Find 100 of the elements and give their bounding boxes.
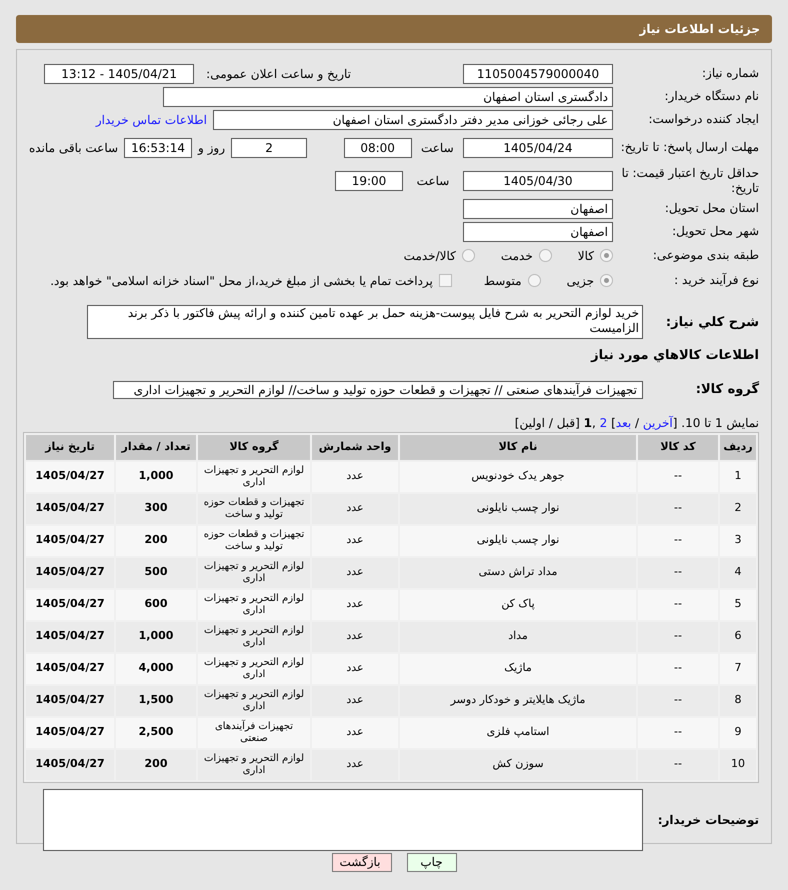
table-cell: تجهیزات فرآیندهای صنعتی <box>198 718 310 748</box>
radio-button[interactable] <box>600 274 613 287</box>
column-header: گروه کالا <box>198 434 310 460</box>
field-label: حداقل تاریخ اعتبار قیمت: تا تاریخ: <box>620 166 759 196</box>
field-label: گروه کالا: <box>694 380 759 399</box>
input-field[interactable]: 1105004579000040 <box>463 64 613 84</box>
table-cell: عدد <box>312 494 398 524</box>
field-label: استان محل تحویل: <box>664 201 759 216</box>
table-cell: -- <box>638 462 718 492</box>
radio-label: جزیی <box>566 272 594 290</box>
table-cell: عدد <box>312 654 398 684</box>
table-cell: جوهر یدک خودنویس <box>400 462 636 492</box>
table-cell: تجهیزات و قطعات حوزه تولید و ساخت <box>198 494 310 524</box>
table-cell: لوازم التحریر و تجهیزات اداری <box>198 622 310 652</box>
field-label: شرح کلي نياز: <box>664 314 759 332</box>
notes-field[interactable] <box>43 788 643 850</box>
table-cell: 1405/04/27 <box>26 686 114 716</box>
column-header: واحد شمارش <box>312 434 398 460</box>
radio-label: متوسط <box>484 272 522 290</box>
pagination-link[interactable]: بعد <box>616 416 632 430</box>
table-cell: 9 <box>720 718 756 748</box>
table-cell: ماژیک <box>400 654 636 684</box>
table-cell: نوار چسب نایلونی <box>400 526 636 556</box>
table-cell: 1405/04/27 <box>26 718 114 748</box>
table-cell: -- <box>638 654 718 684</box>
field-label: تاریخ و ساعت اعلان عمومی: <box>206 66 351 82</box>
table-cell: 1,500 <box>116 686 196 716</box>
radio-button[interactable] <box>528 274 541 287</box>
table-cell: 8 <box>720 686 756 716</box>
table-cell: 6 <box>720 622 756 652</box>
table-cell: 600 <box>116 590 196 620</box>
radio-button[interactable] <box>538 249 552 262</box>
table-cell: عدد <box>312 462 398 492</box>
description-field[interactable]: خرید لوازم التحریر به شرح فایل پیوست-هزینه حمل بر عهده تامین کننده و ارائه پیش فاکتور با ذکر برند الزامیست <box>87 305 643 339</box>
table-cell: -- <box>638 526 718 556</box>
page-title: جزئیات اطلاعات نیاز <box>639 21 760 38</box>
column-header: کد کالا <box>638 434 718 460</box>
goods-group-field: تجهیزات فرآیندهای صنعتی // تجهیزات و قطعات حوزه تولید و ساخت// لوازم التحریر و تجهیزات اداری <box>113 380 643 399</box>
print-button[interactable]: چاپ <box>406 853 456 872</box>
radio-button[interactable] <box>462 249 475 262</box>
table-cell: عدد <box>312 686 398 716</box>
table-cell: 4,000 <box>116 654 196 684</box>
table-cell: عدد <box>312 590 398 620</box>
input-field[interactable]: 1405/04/30 <box>463 170 613 190</box>
radio-button[interactable] <box>600 249 613 262</box>
table-cell: عدد <box>312 558 398 588</box>
back-button[interactable]: بازگشت <box>332 853 392 872</box>
table-cell: نوار چسب نایلونی <box>400 494 636 524</box>
radio-label: خدمت <box>500 248 533 264</box>
table-cell: 5 <box>720 590 756 620</box>
table-cell: لوازم التحریر و تجهیزات اداری <box>198 654 310 684</box>
table-cell: 500 <box>116 558 196 588</box>
radio-label: کالا <box>578 248 594 264</box>
table-cell: 1405/04/27 <box>26 590 114 620</box>
buyer-contact-link[interactable]: اطلاعات تماس خریدار <box>96 110 207 128</box>
field-label: توضیحات خریدار: <box>656 812 759 828</box>
table-cell: عدد <box>312 718 398 748</box>
table-cell: 1405/04/27 <box>26 494 114 524</box>
table-cell: 300 <box>116 494 196 524</box>
input-field[interactable]: 08:00 <box>344 138 412 158</box>
field-label: روز و <box>198 140 226 156</box>
table-cell: لوازم التحریر و تجهیزات اداری <box>198 750 310 780</box>
table-cell: عدد <box>312 622 398 652</box>
table-cell: 2 <box>720 494 756 524</box>
column-header: تاریخ نیاز <box>26 434 114 460</box>
pagination-link[interactable]: 2 <box>600 416 608 430</box>
table-cell: لوازم التحریر و تجهیزات اداری <box>198 558 310 588</box>
input-field[interactable]: 1405/04/24 <box>463 138 613 158</box>
table-cell: لوازم التحریر و تجهیزات اداری <box>198 462 310 492</box>
section-heading: اطلاعات کالاهاي مورد نياز <box>591 348 759 363</box>
countdown-field[interactable]: 16:53:14 <box>124 138 192 158</box>
field-label: نوع فرآیند خرید : <box>673 273 759 288</box>
field-label: ساعت <box>416 172 450 190</box>
input-field[interactable]: 19:00 <box>335 170 403 190</box>
checkbox[interactable] <box>438 274 452 287</box>
table-cell: 1405/04/27 <box>26 654 114 684</box>
pagination-link[interactable]: آخرین <box>642 416 673 430</box>
table-cell: مداد <box>400 622 636 652</box>
table-cell: 1405/04/27 <box>26 558 114 588</box>
table-cell: عدد <box>312 526 398 556</box>
radio-label: کالا/خدمت <box>404 248 456 264</box>
input-field[interactable]: 1405/04/21 - 13:12 <box>44 64 194 84</box>
input-field[interactable]: 2 <box>231 138 308 158</box>
input-field[interactable]: علی رجائی خوزانی مدیر دفتر دادگستری استان اصفهان <box>213 110 613 130</box>
input-field[interactable]: اصفهان <box>463 222 613 242</box>
table-cell: تجهیزات و قطعات حوزه تولید و ساخت <box>198 526 310 556</box>
table-cell: 3 <box>720 526 756 556</box>
table-cell: 200 <box>116 526 196 556</box>
table-cell: 2,500 <box>116 718 196 748</box>
table-cell: عدد <box>312 750 398 780</box>
table-cell: ماژیک هایلایتر و خودکار دوسر <box>400 686 636 716</box>
input-field[interactable]: اصفهان <box>463 198 613 218</box>
field-label: شماره نیاز: <box>701 66 759 81</box>
table-cell: -- <box>638 622 718 652</box>
field-label: مهلت ارسال پاسخ: تا تاریخ: <box>620 140 759 155</box>
checkbox-label: پرداخت تمام یا بخشی از مبلغ خرید،از محل "اسناد خزانه اسلامی" خواهد بود. <box>50 272 433 290</box>
table-cell: 1405/04/27 <box>26 622 114 652</box>
input-field[interactable]: دادگستری استان اصفهان <box>163 86 613 106</box>
table-cell: 1405/04/27 <box>26 462 114 492</box>
table-cell: 1405/04/27 <box>26 526 114 556</box>
